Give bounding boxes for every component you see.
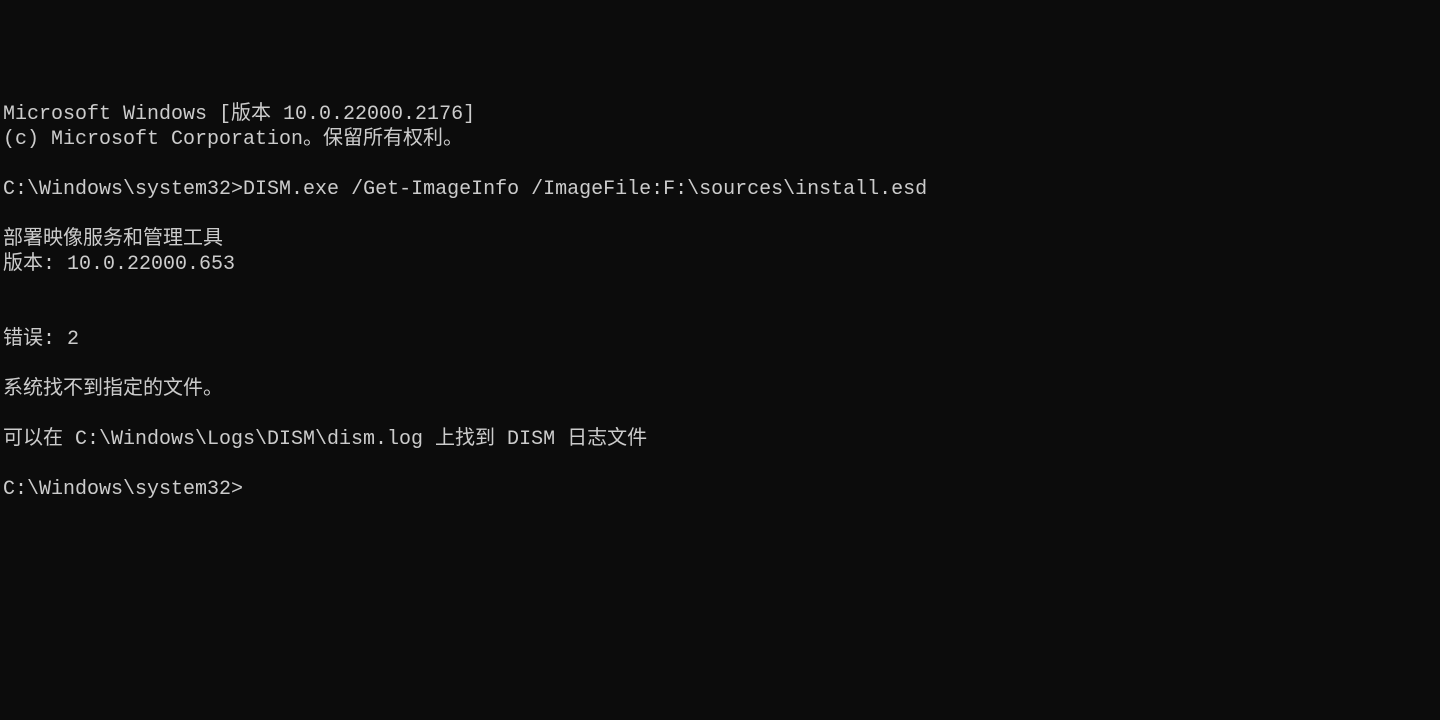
blank-line [3, 277, 1440, 302]
command-text: DISM.exe /Get-ImageInfo /ImageFile:F:\so… [243, 178, 927, 201]
tool-version-line: 版本: 10.0.22000.653 [3, 252, 1440, 277]
tool-name-line: 部署映像服务和管理工具 [3, 227, 1440, 252]
error-message-line: 系统找不到指定的文件。 [3, 377, 1440, 402]
copyright-line: (c) Microsoft Corporation。保留所有权利。 [3, 127, 1440, 152]
prompt: C:\Windows\system32> [3, 178, 243, 201]
command-prompt-current[interactable]: C:\Windows\system32> [3, 477, 1440, 502]
blank-line [3, 402, 1440, 427]
blank-line [3, 352, 1440, 377]
command-line-1: C:\Windows\system32>DISM.exe /Get-ImageI… [3, 177, 1440, 202]
blank-line [3, 202, 1440, 227]
blank-line [3, 302, 1440, 327]
blank-line [3, 452, 1440, 477]
terminal-output[interactable]: Microsoft Windows [版本 10.0.22000.2176](c… [3, 102, 1440, 502]
log-location-line: 可以在 C:\Windows\Logs\DISM\dism.log 上找到 DI… [3, 427, 1440, 452]
error-code-line: 错误: 2 [3, 327, 1440, 352]
blank-line [3, 152, 1440, 177]
windows-version-line: Microsoft Windows [版本 10.0.22000.2176] [3, 102, 1440, 127]
